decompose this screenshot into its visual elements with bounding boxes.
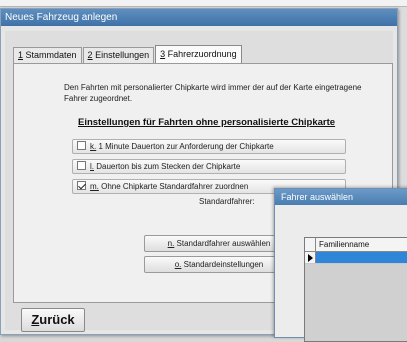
selected-cell[interactable] bbox=[316, 252, 407, 263]
grid-corner bbox=[305, 238, 316, 251]
checkbox[interactable] bbox=[77, 161, 86, 170]
grid-header: Familienname bbox=[305, 238, 407, 252]
select-driver-title[interactable]: Fahrer auswählen bbox=[275, 189, 407, 205]
driver-grid[interactable]: Familienname bbox=[304, 237, 407, 342]
tab-einstellungen[interactable]: 2 Einstellungen bbox=[82, 47, 155, 63]
tab-fahrerzuordnung[interactable]: 3 Fahrerzuordnung bbox=[155, 45, 242, 63]
background-toolbar bbox=[0, 0, 407, 7]
default-settings-button[interactable]: o. Standardeinstellungen bbox=[144, 256, 294, 273]
row-pointer-icon bbox=[308, 254, 313, 262]
intro-text: Den Fahrten mit personalierter Chipkarte… bbox=[64, 83, 362, 103]
back-button[interactable]: Zurück bbox=[21, 308, 85, 332]
tab-strip: 1 Stammdaten 2 Einstellungen 3 Fahrerzuo… bbox=[13, 45, 243, 63]
choose-default-driver-button[interactable]: n. Standardfahrer auswählen bbox=[144, 235, 294, 252]
checkbox[interactable] bbox=[77, 141, 86, 150]
row-indicator bbox=[305, 252, 316, 263]
dialog-title[interactable]: Neues Fahrzeug anlegen bbox=[1, 9, 397, 26]
checkbox-checked[interactable] bbox=[77, 181, 86, 190]
option-1min-tone[interactable]: k. 1 Minute Dauerton zur Anforderung der… bbox=[72, 139, 346, 154]
standard-driver-label: Standardfahrer: bbox=[199, 197, 255, 206]
section-title: Einstellungen für Fahrten ohne personali… bbox=[78, 117, 336, 128]
column-header-familienname[interactable]: Familienname bbox=[316, 238, 369, 251]
option-continuous-tone[interactable]: l. Dauerton bis zum Stecken der Chipkart… bbox=[72, 159, 346, 174]
tab-stammdaten[interactable]: 1 Stammdaten bbox=[13, 47, 82, 63]
select-driver-dialog: Fahrer auswählen Familienname bbox=[274, 188, 407, 342]
table-row[interactable] bbox=[305, 252, 407, 264]
